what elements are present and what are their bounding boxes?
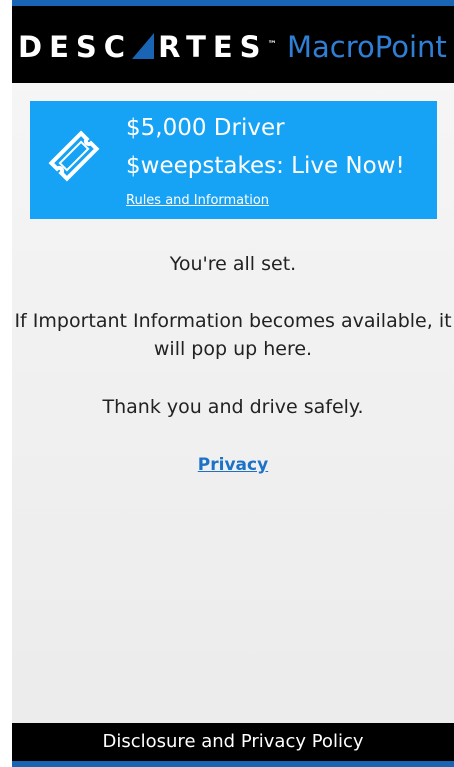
trademark-symbol: ™ bbox=[267, 40, 277, 50]
brand-slash-icon bbox=[132, 32, 155, 59]
brand-text-start: DESC bbox=[18, 30, 133, 64]
banner-title: $5,000 Driver $weepstakes: Live Now! bbox=[126, 115, 405, 179]
rules-and-information-link[interactable]: Rules and Information bbox=[126, 193, 269, 208]
sweepstakes-banner[interactable]: $5,000 Driver $weepstakes: Live Now! Rul… bbox=[30, 101, 437, 219]
thanks-message: Thank you and drive safely. bbox=[102, 396, 364, 418]
brand-logo: DESC RTES™ bbox=[18, 30, 277, 64]
ticket-icon bbox=[48, 130, 100, 182]
info-message: If Important Information becomes availab… bbox=[14, 310, 452, 360]
app-screen: DESC RTES™ MacroPoint $5,000 Driver $weep… bbox=[12, 0, 454, 767]
product-name: MacroPoint bbox=[287, 30, 447, 64]
privacy-link[interactable]: Privacy bbox=[12, 455, 454, 475]
disclosure-privacy-policy-bar[interactable]: Disclosure and Privacy Policy bbox=[12, 723, 454, 761]
app-header: DESC RTES™ MacroPoint bbox=[12, 6, 454, 83]
brand-text-end: RTES bbox=[158, 30, 268, 64]
status-message: You're all set. bbox=[169, 253, 297, 275]
bottom-accent-line bbox=[12, 761, 454, 767]
